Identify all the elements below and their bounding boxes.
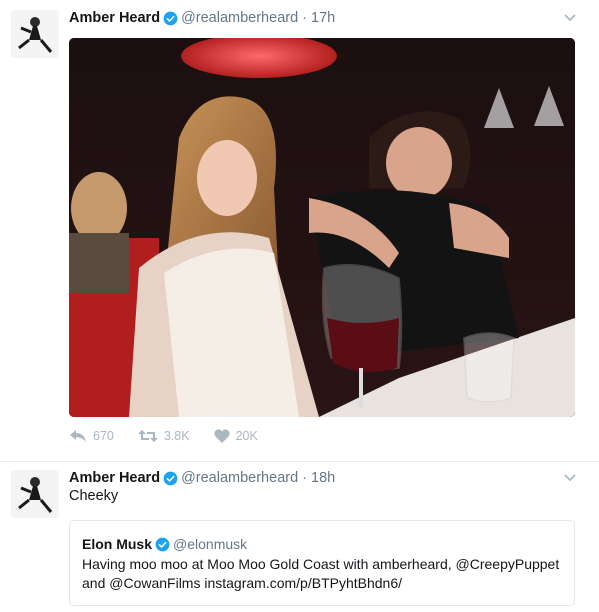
heart-icon xyxy=(213,429,230,443)
tweet-header: Amber Heard @realamberheard · 18h xyxy=(69,468,335,488)
reply-count: 670 xyxy=(93,429,114,443)
chevron-down-icon[interactable] xyxy=(563,473,577,483)
retweet-count: 3.8K xyxy=(163,429,190,443)
timestamp[interactable]: 18h xyxy=(311,470,335,486)
like-count: 20K xyxy=(235,429,258,443)
tweet[interactable]: Amber Heard @realamberheard · 18h Cheeky… xyxy=(0,462,599,612)
avatar[interactable] xyxy=(11,10,59,58)
separator: · xyxy=(302,10,307,26)
quote-author-handle[interactable]: @elonmusk xyxy=(173,536,247,552)
avatar[interactable] xyxy=(11,470,59,518)
verified-badge-icon xyxy=(163,11,178,25)
like-button[interactable]: 20K xyxy=(213,429,258,443)
author-handle[interactable]: @realamberheard xyxy=(181,470,298,486)
retweet-button[interactable]: 3.8K xyxy=(137,429,190,443)
author-name[interactable]: Amber Heard xyxy=(69,10,160,26)
reply-icon xyxy=(70,430,86,442)
tweet-photo[interactable] xyxy=(69,38,575,417)
verified-badge-icon xyxy=(155,537,170,551)
tweet-header: Amber Heard @realamberheard · 17h xyxy=(69,8,335,28)
quote-author-name[interactable]: Elon Musk xyxy=(82,536,152,552)
verified-badge-icon xyxy=(163,471,178,485)
tweet[interactable]: Amber Heard @realamberheard · 17h 670 3.… xyxy=(0,0,599,462)
quote-header: Elon Musk @elonmusk xyxy=(82,535,562,553)
author-name[interactable]: Amber Heard xyxy=(69,470,160,486)
author-handle[interactable]: @realamberheard xyxy=(181,10,298,26)
retweet-icon xyxy=(137,430,158,442)
chevron-down-icon[interactable] xyxy=(563,13,577,23)
tweet-actions: 670 3.8K 20K xyxy=(69,429,282,443)
quoted-tweet[interactable]: Elon Musk @elonmusk Having moo moo at Mo… xyxy=(69,520,575,606)
tweet-text: Cheeky xyxy=(69,488,119,504)
reply-button[interactable]: 670 xyxy=(69,429,114,443)
separator: · xyxy=(302,470,307,486)
timestamp[interactable]: 17h xyxy=(311,10,335,26)
quote-text: Having moo moo at Moo Moo Gold Coast wit… xyxy=(82,556,560,591)
